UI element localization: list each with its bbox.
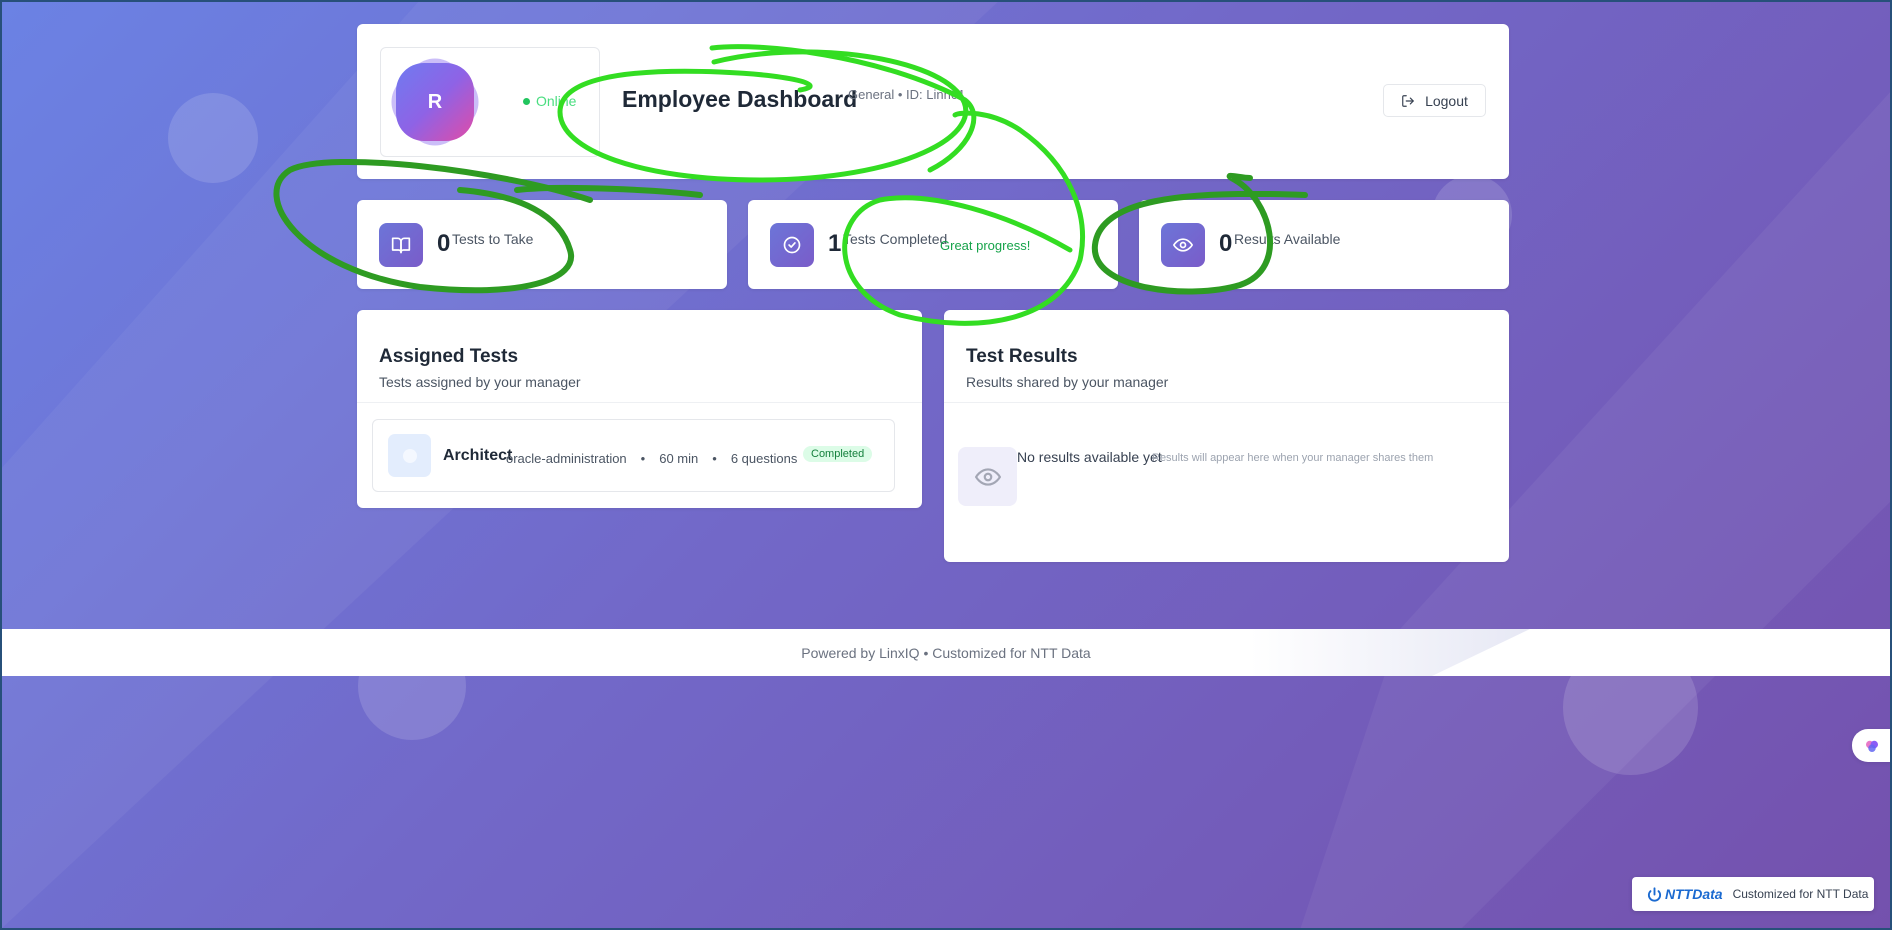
online-dot-icon (523, 97, 530, 105)
divider (944, 402, 1509, 403)
logout-button[interactable]: Logout (1383, 84, 1486, 117)
stat-value: 1 (828, 230, 842, 257)
panel-subtitle: Tests assigned by your manager (379, 374, 581, 390)
stat-card-results-available: 0 Results Available (1139, 200, 1509, 289)
ntt-badge-text: Customized for NTT Data (1732, 887, 1869, 901)
test-icon (388, 434, 431, 477)
panel-title: Test Results (966, 346, 1078, 367)
empty-state-title: No results available yet (1017, 449, 1162, 465)
empty-state-subtitle: Results will appear here when your manag… (1152, 452, 1434, 464)
eye-icon (1161, 223, 1205, 267)
stat-progress-note: Great progress! (940, 238, 1031, 253)
book-open-icon (379, 223, 423, 267)
test-meta: oracle-administration • 60 min • 6 quest… (506, 451, 797, 466)
page-subtitle: General • ID: Linn01 (848, 87, 966, 102)
assigned-tests-panel: Assigned Tests Tests assigned by your ma… (357, 310, 922, 508)
check-circle-icon (770, 223, 814, 267)
test-questions: 6 questions (730, 451, 798, 466)
online-status: Online (523, 93, 576, 109)
separator-dot: • (640, 451, 646, 466)
status-badge: Completed (803, 446, 873, 462)
brain-icon (1866, 740, 1878, 752)
stat-card-tests-completed: 1 Tests Completed Great progress! (748, 200, 1118, 289)
logout-label: Logout (1425, 92, 1468, 109)
test-name: Architect (443, 447, 513, 464)
divider (357, 402, 922, 403)
stat-value: 0 (437, 230, 451, 257)
separator-dot: • (712, 451, 717, 466)
page-title: Employee Dashboard (622, 86, 858, 112)
ntt-data-logo-text: NTTData (1665, 886, 1723, 902)
stat-label: Results Available (1234, 231, 1341, 247)
power-icon (1647, 886, 1662, 902)
annotation-stroke (514, 184, 703, 198)
avatar-letter: R (427, 90, 443, 113)
test-category: oracle-administration (506, 451, 627, 466)
test-duration: 60 min (659, 451, 699, 466)
footer-text: Powered by LinxIQ • Customized for NTT D… (801, 644, 1091, 661)
test-results-panel: Test Results Results shared by your mana… (944, 310, 1509, 562)
stat-card-tests-to-take: 0 Tests to Take (357, 200, 727, 289)
ntt-data-logo: NTTData (1647, 886, 1723, 902)
test-list-item[interactable]: Architect oracle-administration • 60 min… (372, 419, 895, 492)
online-status-label: Online (536, 93, 577, 109)
stat-value: 0 (1219, 230, 1233, 257)
panel-subtitle: Results shared by your manager (966, 374, 1169, 390)
assistant-tab[interactable] (1852, 729, 1892, 762)
stat-label: Tests to Take (452, 231, 534, 247)
avatar: R (379, 46, 491, 158)
panel-title: Assigned Tests (379, 346, 519, 367)
stat-label: Tests Completed (843, 231, 948, 247)
ntt-data-badge: NTTData Customized for NTT Data (1632, 877, 1874, 911)
logout-icon (1402, 94, 1414, 107)
eye-icon (958, 447, 1017, 506)
decorative-circle (168, 93, 258, 183)
footer: Powered by LinxIQ • Customized for NTT D… (0, 629, 1892, 676)
